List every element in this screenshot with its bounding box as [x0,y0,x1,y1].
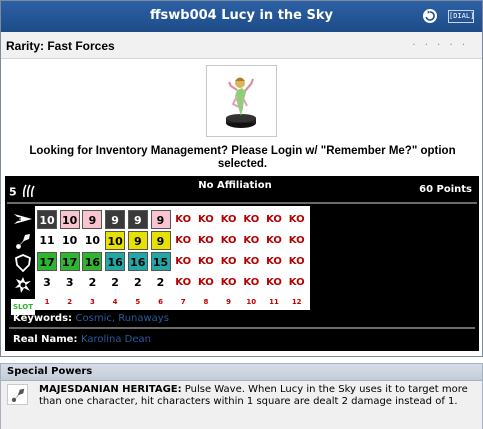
point-badge: 5 [9,184,35,201]
dial-cell: KO [197,277,214,288]
dial-cell: 9 [82,210,103,229]
keywords-label: Keywords: [13,313,73,324]
dial-cell: 9 [127,231,148,250]
affiliation: No Affiliation [198,180,272,191]
real-name-label: Real Name: [13,334,78,345]
dial-cell: 11 [39,234,55,247]
header-divider [7,202,477,204]
dial-cell: KO [288,256,305,267]
dial-cell: KO [243,256,260,267]
special-power-text: MAJESDANIAN HERITAGE: Pulse Wave. When L… [39,384,477,408]
slot-number: 10 [246,298,257,306]
dial-cell: 9 [105,210,126,229]
dial-cell: 9 [150,231,171,250]
speed-icon [11,208,35,230]
dial-cell: KO [197,256,214,267]
point-badge-value: 5 [9,185,17,199]
login-message: Looking for Inventory Management? Please… [29,145,456,170]
rarity-label: Rarity: Fast Forces [6,39,115,53]
attack-power-icon [7,384,28,405]
special-powers-title: Special Powers [7,366,93,377]
dial-cell: 10 [59,210,80,229]
dial-cell: 16 [105,252,126,271]
dial-cell: KO [266,277,282,288]
dial-cell: KO [220,235,237,246]
character-card: ffswb004 Lucy in the Sky [DIAL] Rarity: … [0,0,483,357]
title-bar: ffswb004 Lucy in the Sky [DIAL] [1,1,482,32]
dial-cell: 9 [127,210,148,229]
defense-icon [11,252,35,274]
power-name: MAJESDANIAN HERITAGE: [39,384,182,395]
dial-cell: KO [243,214,260,225]
real-name-row: Real Name: Karolina Dean [13,334,151,345]
slot-number: 2 [67,298,73,306]
dial-cell: 17 [59,252,80,271]
damage-icon [11,274,35,296]
dial-cell: 10 [84,234,101,247]
dial-cell: KO [175,277,192,288]
dial-cell: 15 [150,252,171,271]
dial-cell: 2 [88,276,97,289]
dial-cell: 2 [133,276,142,289]
slot-number: 12 [291,298,302,306]
dial-cell: KO [288,214,305,225]
dial-cell: KO [266,214,282,225]
figure-image[interactable] [206,65,277,137]
dial-cell: KO [243,277,260,288]
slot-number: 7 [180,298,186,306]
dial-cell: 2 [156,276,165,289]
slot-number: 6 [158,298,163,306]
points-value: 60 Points [419,184,472,195]
back-arrow-icon[interactable] [423,9,437,23]
dial-cell: KO [266,256,282,267]
attack-icon [11,230,35,252]
keywords-links[interactable]: Cosmic, Runaways [76,313,169,324]
combat-dial: 5 No Affiliation 60 Points SLOT 10 10 9 … [5,176,479,351]
stat-icons: SLOT [11,208,35,315]
slot-number: 3 [89,298,95,306]
slot-label: SLOT [13,303,33,311]
dial-cell: KO [197,235,214,246]
special-power-row: MAJESDANIAN HERITAGE: Pulse Wave. When L… [0,381,483,429]
dial-cell: KO [175,214,192,225]
dial-cell: KO [220,256,237,267]
real-name-link[interactable]: Karolina Dean [81,334,151,345]
character-title: ffswb004 Lucy in the Sky [149,8,334,23]
dial-cell: KO [266,235,282,246]
keywords-divider [9,327,475,329]
dial-cell: 3 [43,276,51,289]
dial-button[interactable]: [DIAL] [448,10,474,23]
dial-cell: KO [243,235,260,246]
slot-number: 1 [44,298,50,306]
dial-cell: KO [220,277,237,288]
slot-number: 9 [226,298,232,306]
special-powers-header: Special Powers [0,363,483,381]
dial-cell: 16 [82,252,103,271]
dial-cell: KO [197,214,214,225]
dial-cell: 16 [127,252,148,271]
dial-cell: 9 [150,210,171,229]
dial-cell: 3 [65,276,74,289]
dial-cell: 10 [105,231,126,250]
dial-cell: KO [175,256,192,267]
dial-cell: KO [288,277,305,288]
keywords-row: Keywords: Cosmic, Runaways [13,313,169,324]
dial-grid: 10 10 9 9 9 9 KO KO KO KO KO KO 11 10 10 10 9 9 KO KO KO KO KO… [35,206,310,310]
slot-number: 5 [135,298,141,306]
dial-cell: 10 [37,210,57,229]
slot-number: 11 [269,298,279,306]
rarity-row: Rarity: Fast Forces . . . . . [1,32,482,59]
dial-cell: KO [220,214,237,225]
claw-icon [21,184,35,201]
dial-cell: KO [288,235,305,246]
slot-number: 4 [112,298,118,306]
dial-cell: 17 [37,252,57,271]
dial-cell: 10 [62,234,78,247]
rating-dots[interactable]: . . . . . [412,37,468,48]
slot-number: 8 [203,298,209,306]
dial-cell: 2 [111,276,119,289]
dial-cell: KO [175,235,192,246]
